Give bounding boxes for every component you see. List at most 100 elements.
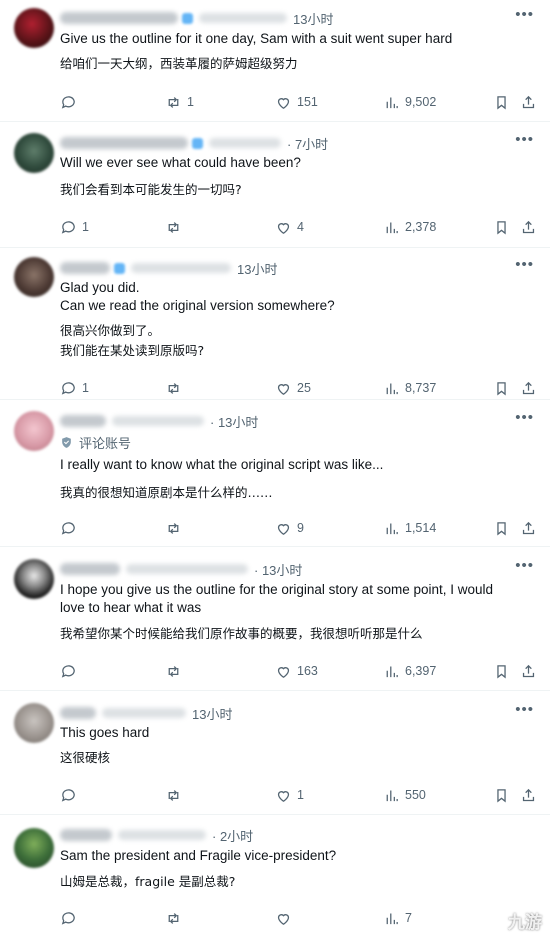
retweet-button[interactable]: 1 — [165, 92, 194, 112]
author-handle[interactable] — [102, 708, 186, 718]
timestamp[interactable]: 13小时 — [192, 704, 232, 723]
like-button[interactable]: 9 — [275, 518, 304, 538]
reply-icon — [61, 664, 75, 678]
avatar[interactable] — [14, 411, 54, 451]
views-count: 2,378 — [405, 220, 437, 234]
more-icon[interactable]: ••• — [515, 131, 534, 148]
views-button[interactable]: 7 — [383, 908, 412, 928]
like-button[interactable]: 25 — [275, 378, 311, 398]
share-button[interactable] — [520, 217, 537, 237]
reply-button[interactable] — [60, 785, 82, 805]
views-count: 6,397 — [405, 664, 437, 678]
like-icon — [277, 222, 290, 234]
like-count: 1 — [297, 788, 304, 802]
views-count: 7 — [405, 911, 412, 925]
views-button[interactable]: 6,397 — [383, 661, 436, 681]
reply-item[interactable]: · 13小时 ••• I hope you give us the outlin… — [0, 547, 550, 691]
author-handle[interactable] — [112, 416, 204, 426]
author-handle[interactable] — [118, 830, 206, 840]
retweet-button[interactable] — [165, 217, 187, 237]
more-icon[interactable]: ••• — [515, 409, 534, 426]
like-button[interactable] — [275, 908, 297, 928]
reply-button[interactable] — [60, 518, 82, 538]
retweet-button[interactable] — [165, 908, 187, 928]
like-icon — [277, 523, 290, 535]
bookmark-button[interactable] — [493, 217, 510, 237]
reply-button[interactable] — [60, 661, 82, 681]
reply-item[interactable]: · 13小时 ••• 评论账号 I really want to know wh… — [0, 400, 550, 547]
share-button[interactable] — [520, 378, 537, 398]
timestamp[interactable]: · 13小时 — [210, 412, 258, 431]
author-name[interactable] — [60, 829, 112, 841]
retweet-button[interactable] — [165, 518, 187, 538]
author-name[interactable] — [60, 262, 110, 274]
views-button[interactable]: 550 — [383, 785, 426, 805]
timestamp[interactable]: 13小时 — [237, 259, 277, 278]
share-button[interactable] — [520, 92, 537, 112]
timestamp[interactable]: · 13小时 — [254, 560, 302, 579]
avatar[interactable] — [14, 8, 54, 48]
timestamp[interactable]: 13小时 — [293, 9, 333, 28]
author-name[interactable] — [60, 563, 120, 575]
views-button[interactable]: 9,502 — [383, 92, 436, 112]
share-button[interactable] — [520, 661, 537, 681]
more-icon[interactable]: ••• — [515, 557, 534, 574]
share-button[interactable] — [520, 785, 537, 805]
avatar[interactable] — [14, 257, 54, 297]
reply-button[interactable]: 1 — [60, 378, 89, 398]
bookmark-button[interactable] — [493, 785, 510, 805]
reply-item[interactable]: · 2小时 Sam the president and Fragile vice… — [0, 815, 550, 939]
author-handle[interactable] — [131, 263, 231, 273]
author-handle[interactable] — [209, 138, 281, 148]
more-icon[interactable]: ••• — [515, 701, 534, 718]
reply-icon — [61, 788, 75, 802]
views-button[interactable]: 8,737 — [383, 378, 436, 398]
like-count: 25 — [297, 381, 311, 395]
timestamp[interactable]: · 7小时 — [287, 134, 328, 153]
reply-text-zh: 我希望你某个时候能给我们原作故事的概要，我很想听听那是什么 — [60, 626, 423, 641]
author-name[interactable] — [60, 12, 178, 24]
more-icon[interactable]: ••• — [515, 6, 534, 23]
reply-item[interactable]: · 7小时 ••• Will we ever see what could ha… — [0, 122, 550, 248]
reply-button[interactable]: 1 — [60, 217, 89, 237]
more-icon[interactable]: ••• — [515, 256, 534, 273]
reply-text-en: Will we ever see what could have been? — [60, 155, 301, 170]
author-handle[interactable] — [126, 564, 248, 574]
like-button[interactable]: 163 — [275, 661, 318, 681]
reply-item[interactable]: 13小时 ••• Give us the outline for it one … — [0, 0, 550, 122]
bookmark-button[interactable] — [493, 378, 510, 398]
views-button[interactable]: 1,514 — [383, 518, 436, 538]
retweet-button[interactable] — [165, 661, 187, 681]
like-icon — [277, 913, 290, 925]
like-button[interactable]: 4 — [275, 217, 304, 237]
timestamp[interactable]: · 2小时 — [212, 826, 253, 845]
bookmark-button[interactable] — [493, 518, 510, 538]
author-handle[interactable] — [199, 13, 287, 23]
reply-item[interactable]: 13小时 ••• Glad you did. Can we read the o… — [0, 248, 550, 400]
reply-button[interactable] — [60, 92, 82, 112]
like-button[interactable]: 151 — [275, 92, 318, 112]
bookmark-button[interactable] — [493, 661, 510, 681]
views-icon — [386, 97, 398, 108]
reply-button[interactable] — [60, 908, 82, 928]
reply-text-en: Glad you did. — [60, 280, 140, 295]
share-button[interactable] — [520, 518, 537, 538]
avatar[interactable] — [14, 559, 54, 599]
bookmark-button[interactable] — [493, 92, 510, 112]
like-count: 9 — [297, 521, 304, 535]
avatar[interactable] — [14, 703, 54, 743]
views-button[interactable]: 2,378 — [383, 217, 436, 237]
retweet-button[interactable] — [165, 378, 187, 398]
like-count: 151 — [297, 95, 318, 109]
author-name[interactable] — [60, 137, 188, 149]
action-bar: 163 6,397 — [60, 661, 538, 681]
author-name[interactable] — [60, 415, 106, 427]
reply-item[interactable]: 13小时 ••• This goes hard 这很硬核 1 550 — [0, 691, 550, 815]
comment-account-icon — [62, 437, 71, 448]
author-name[interactable] — [60, 707, 96, 719]
avatar[interactable] — [14, 133, 54, 173]
site-watermark: 九游 — [482, 908, 542, 933]
like-button[interactable]: 1 — [275, 785, 304, 805]
retweet-button[interactable] — [165, 785, 187, 805]
avatar[interactable] — [14, 828, 54, 868]
